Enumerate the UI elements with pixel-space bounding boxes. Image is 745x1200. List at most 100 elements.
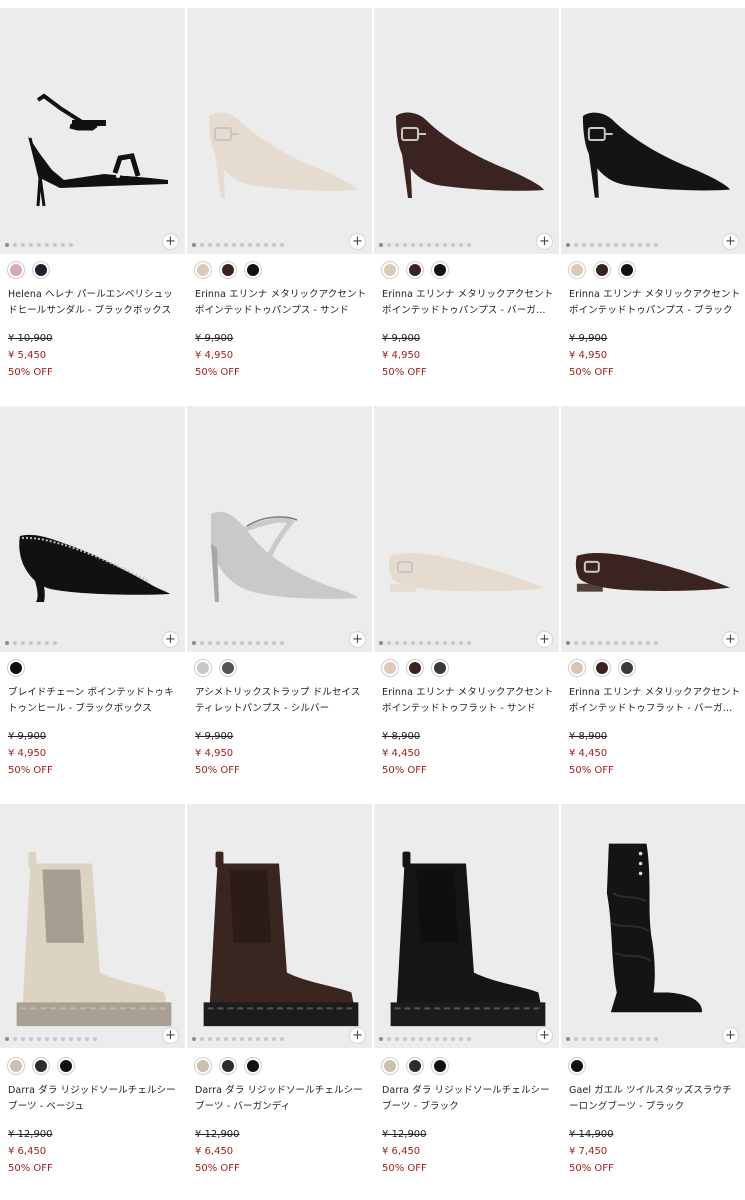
carousel-dot[interactable] <box>435 1037 439 1041</box>
color-swatch[interactable] <box>245 1058 261 1074</box>
color-swatch[interactable] <box>220 262 236 278</box>
color-swatch[interactable] <box>8 1058 24 1074</box>
product-name[interactable]: Darra ダラ リジッドソールチェルシーブーツ - バーガンディ <box>195 1083 367 1115</box>
carousel-dot[interactable] <box>427 1037 431 1041</box>
carousel-dot[interactable] <box>646 243 650 247</box>
carousel-dot[interactable] <box>200 1037 204 1041</box>
carousel-dot[interactable] <box>232 243 236 247</box>
carousel-dot[interactable] <box>224 641 228 645</box>
carousel-dot[interactable] <box>272 243 276 247</box>
color-swatch[interactable] <box>220 660 236 676</box>
product-name[interactable]: Darra ダラ リジッドソールチェルシーブーツ - ブラック <box>382 1083 554 1115</box>
color-swatch[interactable] <box>33 1058 49 1074</box>
carousel-dot[interactable] <box>29 1037 33 1041</box>
carousel-dot[interactable] <box>574 641 578 645</box>
color-swatch[interactable] <box>569 262 585 278</box>
product-card[interactable]: + アシメトリックストラップ ドルセイスティレットパンプス - シルバー ¥ 9,9… <box>187 398 374 796</box>
color-swatch[interactable] <box>33 262 49 278</box>
product-name[interactable]: Erinna エリンナ メタリックアクセント ポインテッドトゥパンプス - サン… <box>195 287 367 319</box>
carousel-dot[interactable] <box>248 1037 252 1041</box>
carousel-dot[interactable] <box>574 1037 578 1041</box>
image-carousel-dots[interactable] <box>379 1037 471 1041</box>
carousel-dot[interactable] <box>216 641 220 645</box>
carousel-dot[interactable] <box>280 1037 284 1041</box>
quick-add-button[interactable]: + <box>162 1027 179 1044</box>
carousel-dot[interactable] <box>5 243 9 247</box>
carousel-dot[interactable] <box>654 1037 658 1041</box>
image-carousel-dots[interactable] <box>379 641 471 645</box>
carousel-dot[interactable] <box>256 243 260 247</box>
product-name[interactable]: Erinna エリンナ メタリックアクセント ポインテッドトゥフラット - サン… <box>382 685 554 717</box>
quick-add-button[interactable]: + <box>162 631 179 648</box>
carousel-dot[interactable] <box>443 243 447 247</box>
carousel-dot[interactable] <box>638 641 642 645</box>
carousel-dot[interactable] <box>606 641 610 645</box>
image-carousel-dots[interactable] <box>192 641 284 645</box>
image-carousel-dots[interactable] <box>5 243 73 247</box>
image-carousel-dots[interactable] <box>192 1037 284 1041</box>
carousel-dot[interactable] <box>256 1037 260 1041</box>
carousel-dot[interactable] <box>93 1037 97 1041</box>
product-card[interactable]: + Darra ダラ リジッドソールチェルシーブーツ - バーガンディ ¥ 12,9… <box>187 796 374 1200</box>
carousel-dot[interactable] <box>45 1037 49 1041</box>
carousel-dot[interactable] <box>232 641 236 645</box>
carousel-dot[interactable] <box>598 641 602 645</box>
carousel-dot[interactable] <box>395 1037 399 1041</box>
carousel-dot[interactable] <box>566 641 570 645</box>
carousel-dot[interactable] <box>443 641 447 645</box>
color-swatch[interactable] <box>407 262 423 278</box>
quick-add-button[interactable]: + <box>536 1027 553 1044</box>
carousel-dot[interactable] <box>77 1037 81 1041</box>
carousel-dot[interactable] <box>248 641 252 645</box>
carousel-dot[interactable] <box>69 1037 73 1041</box>
carousel-dot[interactable] <box>216 1037 220 1041</box>
carousel-dot[interactable] <box>582 1037 586 1041</box>
carousel-dot[interactable] <box>240 243 244 247</box>
carousel-dot[interactable] <box>598 1037 602 1041</box>
carousel-dot[interactable] <box>467 641 471 645</box>
carousel-dot[interactable] <box>264 1037 268 1041</box>
product-card[interactable]: + Helena ヘレナ パールエンベリシュッドヒールサンダル - ブラックボック… <box>0 0 187 398</box>
carousel-dot[interactable] <box>21 641 25 645</box>
image-carousel-dots[interactable] <box>5 1037 97 1041</box>
product-image[interactable]: + <box>374 8 559 254</box>
carousel-dot[interactable] <box>451 243 455 247</box>
carousel-dot[interactable] <box>53 1037 57 1041</box>
carousel-dot[interactable] <box>232 1037 236 1041</box>
carousel-dot[interactable] <box>419 641 423 645</box>
carousel-dot[interactable] <box>459 641 463 645</box>
quick-add-button[interactable]: + <box>162 233 179 250</box>
carousel-dot[interactable] <box>216 243 220 247</box>
carousel-dot[interactable] <box>419 1037 423 1041</box>
carousel-dot[interactable] <box>606 243 610 247</box>
product-name[interactable]: Helena ヘレナ パールエンベリシュッドヒールサンダル - ブラックボックス <box>8 287 180 319</box>
carousel-dot[interactable] <box>638 1037 642 1041</box>
carousel-dot[interactable] <box>21 243 25 247</box>
quick-add-button[interactable]: + <box>536 233 553 250</box>
carousel-dot[interactable] <box>224 243 228 247</box>
carousel-dot[interactable] <box>403 641 407 645</box>
carousel-dot[interactable] <box>53 641 57 645</box>
carousel-dot[interactable] <box>654 243 658 247</box>
product-image[interactable]: + <box>187 8 372 254</box>
carousel-dot[interactable] <box>646 1037 650 1041</box>
carousel-dot[interactable] <box>451 1037 455 1041</box>
carousel-dot[interactable] <box>467 1037 471 1041</box>
quick-add-button[interactable]: + <box>349 1027 366 1044</box>
carousel-dot[interactable] <box>646 641 650 645</box>
carousel-dot[interactable] <box>379 243 383 247</box>
color-swatch[interactable] <box>8 660 24 676</box>
carousel-dot[interactable] <box>427 243 431 247</box>
product-card[interactable]: + Erinna エリンナ メタリックアクセント ポインテッドトゥパンプス - サ… <box>187 0 374 398</box>
carousel-dot[interactable] <box>240 641 244 645</box>
carousel-dot[interactable] <box>21 1037 25 1041</box>
carousel-dot[interactable] <box>574 243 578 247</box>
carousel-dot[interactable] <box>5 641 9 645</box>
product-card[interactable]: + Erinna エリンナ メタリックアクセント ポインテッドトゥパンプス - バ… <box>374 0 561 398</box>
image-carousel-dots[interactable] <box>566 641 658 645</box>
carousel-dot[interactable] <box>614 1037 618 1041</box>
carousel-dot[interactable] <box>403 1037 407 1041</box>
carousel-dot[interactable] <box>37 641 41 645</box>
carousel-dot[interactable] <box>13 1037 17 1041</box>
carousel-dot[interactable] <box>395 243 399 247</box>
